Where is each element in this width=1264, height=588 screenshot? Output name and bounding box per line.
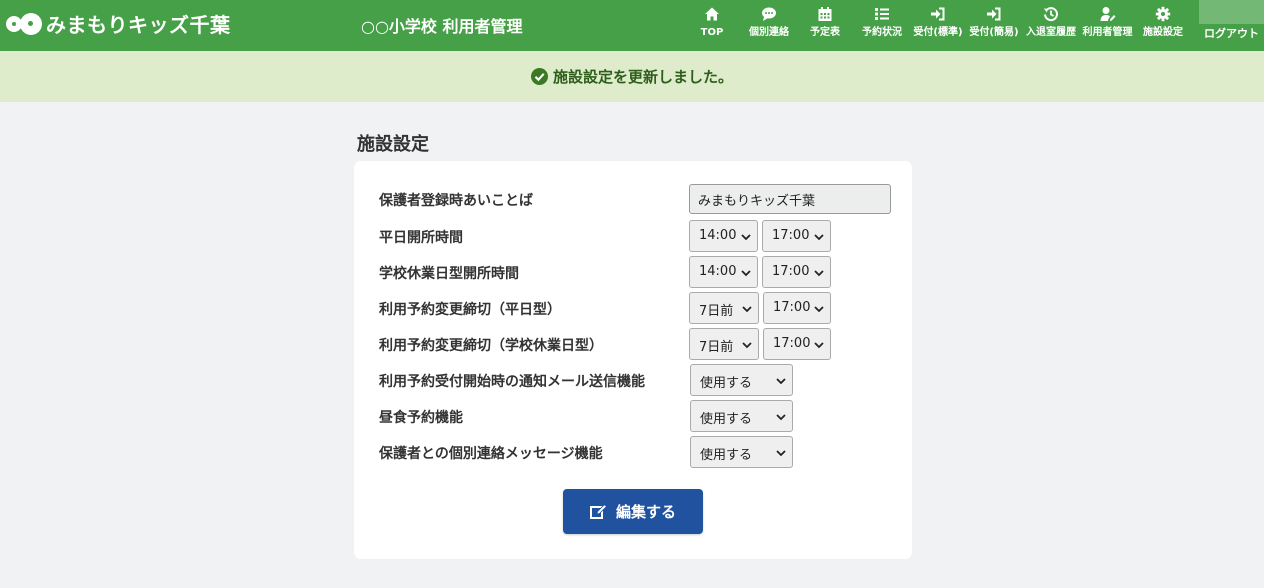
select-value: 17:00 xyxy=(773,336,811,351)
holiday-hours-label: 学校休業日型開所時間 xyxy=(379,266,519,282)
success-alert: 施設設定を更新しました。 xyxy=(0,51,1264,102)
alert-message: 施設設定を更新しました。 xyxy=(552,68,733,86)
select-value: 17:00 xyxy=(772,228,810,243)
weekday-deadline-time-select[interactable]: 17:00 xyxy=(763,292,831,324)
nav-top[interactable]: TOP xyxy=(699,6,725,46)
list-icon xyxy=(860,6,904,26)
nav-facility-settings[interactable]: 施設設定 xyxy=(1141,6,1185,46)
notify-mail-select[interactable]: 使用する xyxy=(690,364,793,396)
chevron-down-icon xyxy=(814,234,824,241)
nav-label: 予定表 xyxy=(810,27,840,38)
holiday-deadline-label: 利用予約変更締切（学校休業日型） xyxy=(379,338,603,354)
page-heading: ○○小学校 利用者管理 xyxy=(361,17,523,36)
select-value: 7日前 xyxy=(699,304,734,319)
sign-in-icon xyxy=(912,6,964,26)
weekday-start-select[interactable]: 14:00 xyxy=(689,220,758,252)
nav-label: 施設設定 xyxy=(1143,27,1183,38)
home-icon xyxy=(699,6,725,26)
select-value: 使用する xyxy=(700,376,753,391)
nav-reception-simple[interactable]: 受付(簡易) xyxy=(968,6,1020,46)
edit-icon xyxy=(589,503,608,519)
nav-label: 受付(標準) xyxy=(913,27,963,38)
nav-label: 利用者管理 xyxy=(1082,27,1133,38)
nav-label: 予約状況 xyxy=(862,27,902,38)
lunch-label: 昼食予約機能 xyxy=(379,410,463,426)
nav-reception-standard[interactable]: 受付(標準) xyxy=(912,6,964,46)
select-value: 14:00 xyxy=(699,228,737,243)
user-edit-icon xyxy=(1080,6,1135,26)
message-label: 保護者との個別連絡メッセージ機能 xyxy=(379,446,603,462)
nav-entry-history[interactable]: 入退室履歴 xyxy=(1024,6,1078,46)
history-icon xyxy=(1024,6,1078,26)
holiday-deadline-days-select[interactable]: 7日前 xyxy=(689,328,759,360)
weekday-end-select[interactable]: 17:00 xyxy=(762,220,831,252)
weekday-deadline-label: 利用予約変更締切（平日型） xyxy=(379,302,561,318)
chevron-down-icon xyxy=(776,414,786,421)
notify-mail-label: 利用予約受付開始時の通知メール送信機能 xyxy=(379,374,645,390)
holiday-start-select[interactable]: 14:00 xyxy=(689,256,758,288)
chevron-down-icon xyxy=(814,306,824,313)
nav-individual-contact[interactable]: 個別連絡 xyxy=(746,6,792,46)
chevron-down-icon xyxy=(776,378,786,385)
gear-icon xyxy=(1141,6,1185,26)
select-value: 使用する xyxy=(700,412,753,427)
chat-icon xyxy=(746,6,792,26)
top-header: みまもりキッズ千葉 ○○小学校 利用者管理 TOP 個別連絡 予定表 予約状況 … xyxy=(0,0,1264,51)
nav-label: TOP xyxy=(700,27,724,38)
chevron-down-icon xyxy=(742,306,752,313)
holiday-deadline-time-select[interactable]: 17:00 xyxy=(763,328,831,360)
passphrase-label: 保護者登録時あいことば xyxy=(379,193,533,209)
select-value: 17:00 xyxy=(772,264,810,279)
app-name: みまもりキッズ千葉 xyxy=(46,12,231,37)
section-title: 施設設定 xyxy=(357,134,429,155)
select-value: 17:00 xyxy=(773,300,811,315)
passphrase-input[interactable]: みまもりキッズ千葉 xyxy=(689,184,891,214)
nav-reservation-status[interactable]: 予約状況 xyxy=(860,6,904,46)
calendar-icon xyxy=(808,6,842,26)
edit-button[interactable]: 編集する xyxy=(563,489,703,534)
holiday-end-select[interactable]: 17:00 xyxy=(762,256,831,288)
nav-user-management[interactable]: 利用者管理 xyxy=(1080,6,1135,46)
message-select[interactable]: 使用する xyxy=(690,436,793,468)
weekday-deadline-days-select[interactable]: 7日前 xyxy=(689,292,759,324)
lunch-select[interactable]: 使用する xyxy=(690,400,793,432)
select-value: 14:00 xyxy=(699,264,737,279)
chevron-down-icon xyxy=(741,270,751,277)
check-circle-icon xyxy=(530,68,548,85)
logout-link[interactable]: ログアウト xyxy=(1204,25,1259,41)
nav-label: 入退室履歴 xyxy=(1026,27,1076,38)
edit-button-label: 編集する xyxy=(615,503,676,521)
logo-mark-icon xyxy=(6,8,44,38)
chevron-down-icon xyxy=(814,342,824,349)
nav-label: 個別連絡 xyxy=(749,27,789,38)
chevron-down-icon xyxy=(742,342,752,349)
nav-label: 受付(簡易) xyxy=(969,27,1019,38)
chevron-down-icon xyxy=(814,270,824,277)
sign-in-icon xyxy=(968,6,1020,26)
nav-schedule[interactable]: 予定表 xyxy=(808,6,842,46)
weekday-hours-label: 平日開所時間 xyxy=(379,230,463,246)
chevron-down-icon xyxy=(776,450,786,457)
app-logo[interactable]: みまもりキッズ千葉 xyxy=(6,8,231,38)
logout-area xyxy=(1199,0,1264,24)
select-value: 7日前 xyxy=(699,340,734,355)
select-value: 使用する xyxy=(700,448,753,463)
chevron-down-icon xyxy=(741,234,751,241)
